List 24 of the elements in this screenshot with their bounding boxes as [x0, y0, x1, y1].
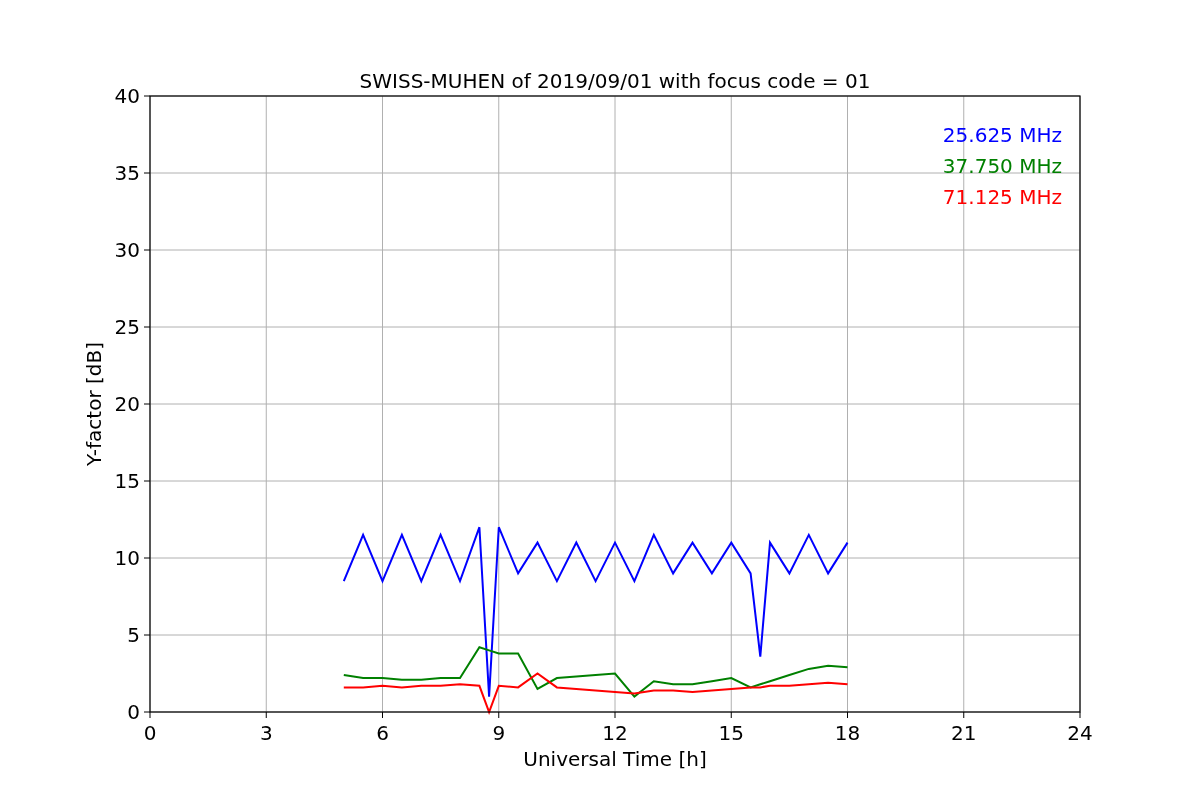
y-tick-label: 40	[114, 84, 140, 108]
legend-label: 25.625 MHz	[942, 123, 1062, 147]
chart-title: SWISS-MUHEN of 2019/09/01 with focus code = 01	[359, 69, 871, 93]
x-tick-label: 0	[143, 721, 157, 745]
y-tick-label: 30	[114, 238, 140, 262]
x-tick-label: 9	[492, 721, 506, 745]
x-tick-label: 15	[718, 721, 744, 745]
y-tick-label: 10	[114, 546, 140, 570]
y-tick-label: 20	[114, 392, 140, 416]
x-axis-label: Universal Time [h]	[523, 747, 707, 771]
y-tick-label: 0	[127, 700, 140, 724]
y-tick-label: 15	[114, 469, 140, 493]
x-tick-label: 18	[834, 721, 861, 745]
legend-label: 37.750 MHz	[942, 154, 1062, 178]
y-tick-label: 25	[114, 315, 140, 339]
y-tick-label: 5	[127, 623, 140, 647]
legend-label: 71.125 MHz	[942, 185, 1062, 209]
x-tick-label: 24	[1067, 721, 1093, 745]
y-axis-label: Y-factor [dB]	[82, 342, 106, 466]
y-tick-label: 35	[114, 161, 140, 185]
x-tick-label: 21	[951, 721, 977, 745]
x-tick-label: 3	[259, 721, 273, 745]
x-tick-label: 6	[376, 721, 389, 745]
x-tick-label: 12	[602, 721, 628, 745]
